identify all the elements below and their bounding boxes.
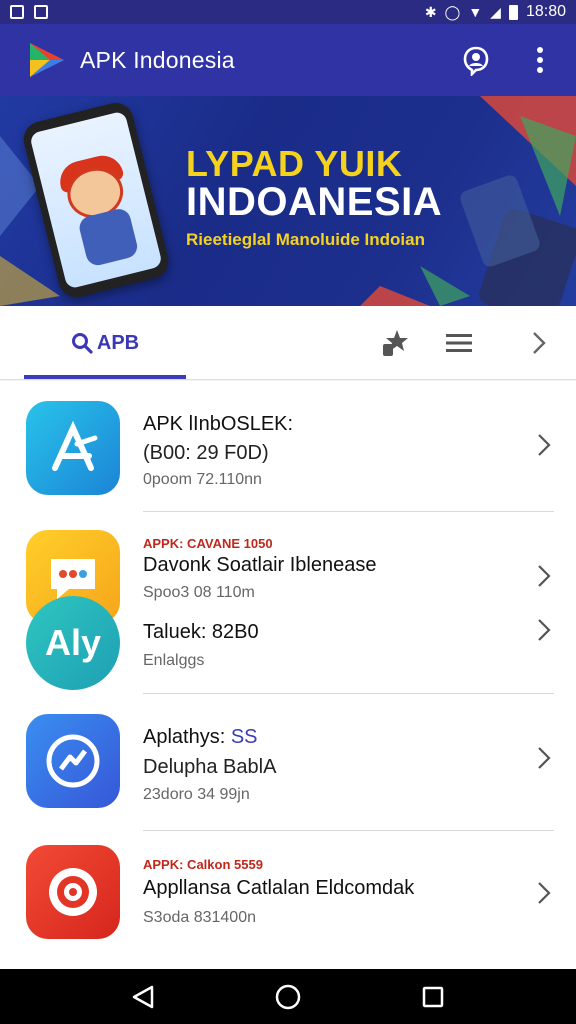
support-chat-button[interactable] (460, 44, 492, 76)
back-button[interactable] (123, 977, 163, 1017)
home-button[interactable] (268, 977, 308, 1017)
item-meta: 23doro 34 99jn (143, 786, 250, 803)
gallery-notification-icon (34, 5, 48, 19)
item-title: Taluek: 82B0 (143, 621, 259, 643)
battery-icon (508, 4, 518, 20)
status-bar: ✱ ◯ ▼ ◢ 18:80 (0, 0, 576, 24)
bluetooth-icon: ✱ (424, 4, 437, 20)
wifi-icon: ▼ (468, 4, 483, 20)
chevron-right-icon (532, 742, 556, 774)
more-vertical-icon (537, 47, 543, 73)
item-meta: S3oda 831400n (143, 909, 256, 926)
tab-apb[interactable]: APB (24, 306, 186, 380)
list-icon (446, 334, 472, 352)
banner-title-line1: LYPAD YUIK (186, 143, 403, 184)
app-list: APK lInbOSLEK: (B00: 29 F0D) 0poom 72.11… (0, 381, 576, 969)
item-meta: 0poom 72.110nn (143, 471, 262, 488)
status-time: 18:80 (525, 3, 566, 20)
item-title: APK lInbOSLEK: (143, 413, 294, 435)
alarm-icon: ◯ (444, 4, 461, 20)
overflow-menu-button[interactable] (524, 44, 556, 76)
chevron-right-icon (533, 332, 546, 354)
target-icon (26, 845, 120, 939)
tab-favorites[interactable] (378, 326, 412, 360)
item-tag: APPK: CAVANE 1050 (143, 536, 273, 551)
apk-indonesia-logo-icon (30, 43, 64, 77)
banner-subtitle: Rieetieglal Manoluide Indoian (186, 230, 425, 249)
app-bar: APK Indonesia (0, 24, 576, 96)
list-item[interactable]: Aplathys: SS Delupha BablA 23doro 34 99j… (0, 694, 576, 830)
chevron-right-icon (532, 560, 556, 592)
support-agent-icon (463, 46, 489, 76)
list-item[interactable]: Aly Taluek: 82B0 Enlalggs (0, 590, 576, 694)
home-circle-icon (275, 984, 301, 1009)
app-title: APK Indonesia (80, 46, 235, 73)
item-title: Davonk Soatlair Iblenease (143, 554, 377, 576)
image-notification-icon (10, 5, 24, 19)
item-title: Appllansa Catlalan Eldcomdak (143, 877, 415, 899)
active-tab-indicator (24, 375, 186, 379)
aly-logo-icon: Aly (26, 596, 120, 690)
recents-button[interactable] (413, 977, 453, 1017)
item-subtitle: Delupha BablA (143, 756, 277, 778)
list-item[interactable]: APPK: Calkon 5559 Appllansa Catlalan Eld… (0, 831, 576, 969)
app-store-icon (26, 401, 120, 495)
chevron-right-icon (532, 614, 556, 646)
tab-bar: APB (0, 306, 576, 380)
chevron-right-icon (532, 877, 556, 909)
list-item[interactable]: APK lInbOSLEK: (B00: 29 F0D) 0poom 72.11… (0, 381, 576, 511)
tab-list[interactable] (442, 326, 476, 360)
item-title: Aplathys: SS (143, 726, 258, 748)
chevron-right-icon (532, 429, 556, 461)
messenger-icon (26, 714, 120, 808)
item-meta: Enlalggs (143, 652, 205, 669)
back-triangle-icon (132, 985, 153, 1008)
item-tag: APPK: Calkon 5559 (143, 857, 263, 872)
tab-next[interactable] (522, 326, 556, 360)
system-nav-bar (0, 969, 576, 1024)
item-subtitle: (B00: 29 F0D) (143, 442, 269, 464)
signal-icon: ◢ (490, 4, 501, 20)
banner-title-line2: INDOANESIA (186, 180, 443, 224)
promo-banner[interactable]: LYPAD YUIK INDOANESIA Rieetieglal Manolu… (0, 96, 576, 306)
recents-square-icon (423, 986, 444, 1007)
search-icon (71, 333, 93, 354)
tab-apb-label: APB (96, 331, 140, 354)
star-hand-icon (383, 330, 408, 356)
list-item[interactable]: APPK: CAVANE 1050 Davonk Soatlair Iblene… (0, 512, 576, 624)
